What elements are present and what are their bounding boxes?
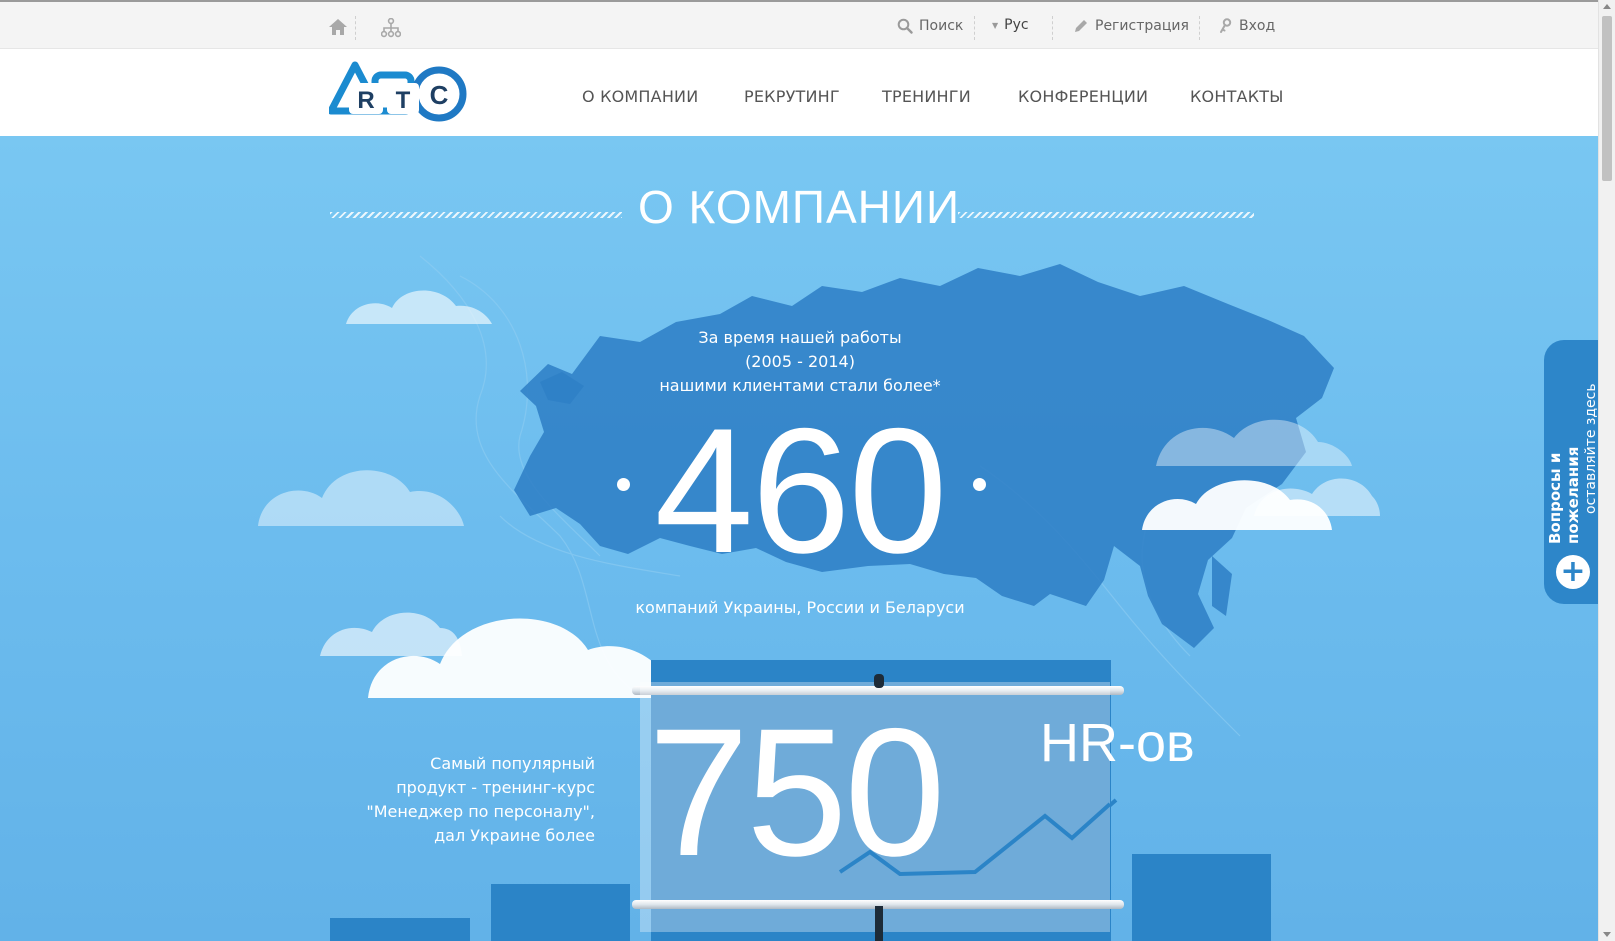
board-hook [874,674,884,688]
register-label: Регистрация [1095,18,1189,34]
hr-suffix: HR-ов [1040,713,1195,773]
language-label: Рус [1004,17,1029,33]
scrollbar-thumb[interactable] [1602,16,1612,181]
caret-down-icon: ▼ [992,20,999,30]
rtc-logo[interactable]: R T C [329,61,469,123]
logo-letter-c: C [430,80,449,110]
board-stand [875,906,883,941]
register-link[interactable]: Регистрация [1073,18,1189,34]
nav-item-recruiting[interactable]: РЕКРУТИНГ [744,87,840,106]
feedback-text: Вопросы и пожелания оставляйте здесь [1546,354,1599,544]
logo-letter-r: R [357,87,374,114]
nav-item-contacts[interactable]: КОНТАКТЫ [1190,87,1284,106]
sitemap-icon[interactable] [381,18,401,38]
scroll-down-arrow-icon[interactable] [1603,932,1611,937]
product-line: дал Украине более [434,826,595,845]
divider [974,16,975,40]
search-icon [897,18,913,34]
product-line: "Менеджер по персоналу", [366,802,595,821]
key-icon [1220,18,1232,33]
top-utility-bar: Поиск ▼ Рус Регистрация Вход [0,0,1598,49]
login-link[interactable]: Вход [1219,18,1275,34]
nav-item-about[interactable]: О КОМПАНИИ [582,87,698,106]
site-header: R T C О КОМПАНИИ РЕКРУТИНГ ТРЕНИНГИ КОНФ… [0,49,1598,136]
about-hero: О КОМПАНИИ За время нашей работы (2005 -… [0,136,1598,941]
divider [355,16,356,40]
decor-bar [1132,854,1271,941]
pencil-icon [1075,20,1087,32]
search-label: Поиск [919,18,964,34]
search-link[interactable]: Поиск [897,18,963,34]
product-description: Самый популярный продукт - тренинг-курс … [330,752,595,848]
login-label: Вход [1239,18,1276,34]
vertical-scrollbar[interactable] [1598,0,1615,941]
decor-bar [491,884,630,941]
decor-bar [330,918,470,941]
language-select[interactable]: ▼ Рус [992,17,1029,33]
product-line: Самый популярный [430,754,595,773]
logo-letter-t: T [396,87,411,114]
nav-item-trainings[interactable]: ТРЕНИНГИ [882,87,971,106]
home-icon[interactable] [328,18,348,36]
feedback-title: Вопросы и пожелания [1546,446,1582,544]
feedback-tab[interactable]: Вопросы и пожелания оставляйте здесь + [1544,340,1600,604]
scroll-up-arrow-icon[interactable] [1603,4,1611,9]
plus-icon[interactable]: + [1556,555,1590,589]
product-line: продукт - тренинг-курс [396,778,595,797]
hr-count: 750 [648,690,946,894]
divider [1052,16,1053,40]
nav-item-conferences[interactable]: КОНФЕРЕНЦИИ [1018,87,1148,106]
divider [1199,16,1200,40]
